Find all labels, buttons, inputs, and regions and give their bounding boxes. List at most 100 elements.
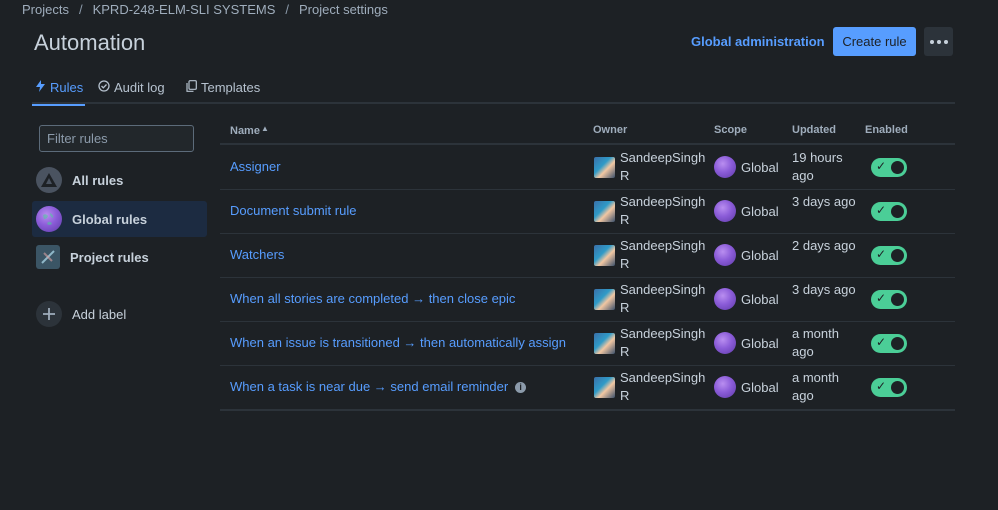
tabs: Rules Audit log Templates [31,80,955,106]
avatar [594,245,615,266]
copy-icon [185,80,197,95]
tab-rules[interactable]: Rules [31,80,86,106]
avatar [594,289,615,310]
breadcrumb-separator: / [78,2,83,17]
column-header-name-label: Name [230,125,260,137]
project-icon [36,245,60,269]
scope-cell: Global [714,200,779,222]
breadcrumb-project-settings[interactable]: Project settings [299,2,388,17]
globe-icon [714,244,736,266]
check-icon: ✓ [876,379,887,393]
toggle-knob [891,205,904,218]
updated-time: a month ago [792,370,839,403]
rule-name-link[interactable]: Assigner [230,159,281,174]
toggle-knob [891,161,904,174]
add-label-button[interactable]: Add label [32,296,207,332]
column-header-name[interactable]: Name▲ [230,124,269,137]
globe-icon [714,200,736,222]
table-row: Assigner SandeepSingh R Global 19 hours ago… [220,145,955,190]
scope-cell: Global [714,244,779,266]
sidebar-item-global-rules[interactable]: Global rules [32,201,207,237]
more-icon-dot [936,39,941,44]
check-icon: ✓ [876,203,887,217]
check-circle-icon [98,80,110,95]
enabled-toggle[interactable]: ✓ [871,290,907,309]
more-actions-button[interactable] [924,27,953,56]
scope-cell: Global [714,288,779,310]
avatar [594,333,615,354]
sort-ascending-icon: ▲ [260,124,269,133]
updated-time: 2 days ago [792,238,856,253]
enabled-toggle[interactable]: ✓ [871,334,907,353]
sidebar-item-all-rules[interactable]: All rules [32,162,207,198]
tab-audit-log-label: Audit log [114,80,165,95]
owner-name: SandeepSingh R [620,326,706,359]
filter-rules-input[interactable] [39,125,194,152]
check-icon: ✓ [876,335,887,349]
rule-name: When a task is near due → send email rem… [230,379,509,394]
owner-cell: SandeepSingh R [594,149,710,185]
owner-name: SandeepSingh R [620,150,706,183]
toggle-knob [891,293,904,306]
globe-icon [714,332,736,354]
rule-name-link[interactable]: When a task is near due → send email rem… [230,379,527,394]
sidebar-item-label: All rules [72,172,124,188]
avatar [594,201,615,222]
sidebar-item-project-rules[interactable]: Project rules [32,239,207,275]
sidebar-item-label: Project rules [70,249,149,265]
globe-icon [714,156,736,178]
column-header-updated: Updated [792,124,836,136]
more-icon [929,39,934,44]
rule-name-link[interactable]: Document submit rule [230,203,356,218]
table-row: Document submit rule SandeepSingh R Global… [220,189,955,234]
rule-name: Assigner [230,159,281,174]
breadcrumb-project[interactable]: KPRD-248-ELM-SLI SYSTEMS [93,2,276,17]
scope-cell: Global [714,376,779,398]
tab-templates[interactable]: Templates [185,80,260,102]
globe-icon [714,288,736,310]
owner-cell: SandeepSingh R [594,369,710,405]
all-rules-icon [36,167,62,193]
tab-rules-label: Rules [50,80,84,95]
column-header-enabled: Enabled [865,124,908,136]
toggle-knob [891,337,904,350]
owner-name: SandeepSingh R [620,370,706,403]
globe-icon [714,376,736,398]
table-row: Watchers SandeepSingh R Global 2 days ago ✓ [220,233,955,278]
breadcrumb-separator: / [285,2,289,17]
rule-name: Watchers [230,247,285,262]
toggle-knob [891,381,904,394]
enabled-toggle[interactable]: ✓ [871,378,907,397]
info-icon[interactable]: i [515,381,527,393]
scope-cell: Global [714,332,779,354]
breadcrumb-projects[interactable]: Projects [22,2,69,17]
rule-name: Document submit rule [230,203,357,218]
tab-audit-log[interactable]: Audit log [98,80,165,102]
table-row: When an issue is transitioned → then aut… [220,321,955,366]
rule-name-link[interactable]: When an issue is transitioned → then aut… [230,335,566,350]
more-icon-dot [943,39,948,44]
plus-icon [36,301,62,327]
global-administration-link[interactable]: Global administration [691,34,825,49]
avatar [594,157,615,178]
sidebar-item-label: Global rules [72,211,148,227]
column-header-scope: Scope [714,124,748,136]
tab-templates-label: Templates [201,80,261,95]
enabled-toggle[interactable]: ✓ [871,246,907,265]
enabled-toggle[interactable]: ✓ [871,158,907,177]
avatar [594,377,615,398]
rule-name-link[interactable]: When all stories are completed → then cl… [230,291,515,306]
owner-cell: SandeepSingh R [594,281,710,317]
rule-name-link[interactable]: Watchers [230,247,284,262]
owner-cell: SandeepSingh R [594,237,710,273]
add-label-text: Add label [72,306,127,322]
rule-name: When all stories are completed → then cl… [230,291,516,306]
owner-name: SandeepSingh R [620,238,706,271]
toggle-knob [891,249,904,262]
updated-time: a month ago [792,326,839,359]
create-rule-button[interactable]: Create rule [833,27,916,56]
scope-label: Global [741,291,779,307]
lightning-icon [34,80,46,95]
enabled-toggle[interactable]: ✓ [871,202,907,221]
scope-label: Global [741,247,779,263]
